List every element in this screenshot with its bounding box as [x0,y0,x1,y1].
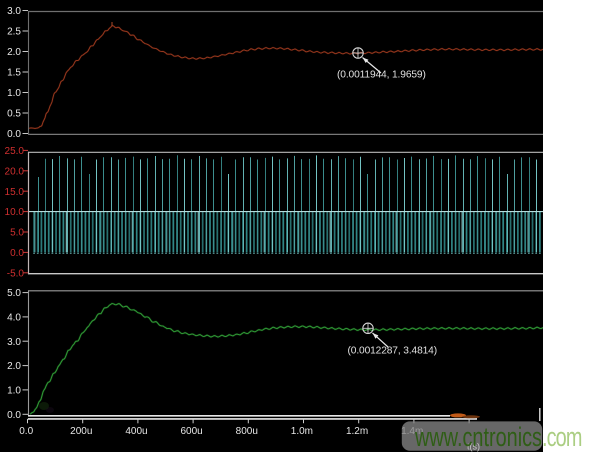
svg-text:3.0: 3.0 [7,337,21,348]
svg-text:(0.0011944, 1.9659): (0.0011944, 1.9659) [337,70,426,81]
svg-text:0.0: 0.0 [19,426,33,437]
svg-text:1.0: 1.0 [7,88,21,99]
svg-text:5.0: 5.0 [10,228,24,239]
svg-text:15.0: 15.0 [5,187,25,198]
svg-text:25.0: 25.0 [5,146,25,157]
svg-text:-5.0: -5.0 [7,268,25,279]
svg-text:2.0: 2.0 [7,47,21,58]
svg-text:200u: 200u [70,426,92,437]
svg-text:400u: 400u [125,426,147,437]
svg-text:1.0: 1.0 [7,386,21,397]
svg-text:0.5: 0.5 [7,109,21,120]
svg-text:1.0m: 1.0m [291,426,313,437]
svg-text:800u: 800u [236,426,258,437]
svg-text:1.5: 1.5 [7,68,21,79]
svg-text:(0.0012287, 3.4814): (0.0012287, 3.4814) [348,346,437,357]
svg-text:1.2m: 1.2m [346,426,368,437]
svg-text:600u: 600u [180,426,202,437]
svg-text:0.0: 0.0 [7,129,21,140]
svg-text:20.0: 20.0 [5,166,25,177]
svg-text:4.0: 4.0 [7,313,21,324]
svg-text:5.0: 5.0 [7,288,21,299]
svg-text:0.0: 0.0 [7,410,21,421]
svg-text:10.0: 10.0 [5,207,25,218]
svg-text:2.5: 2.5 [7,27,21,38]
svg-text:2.0: 2.0 [7,361,21,372]
svg-text:0.0: 0.0 [10,248,24,259]
svg-text:3.0: 3.0 [7,6,21,17]
